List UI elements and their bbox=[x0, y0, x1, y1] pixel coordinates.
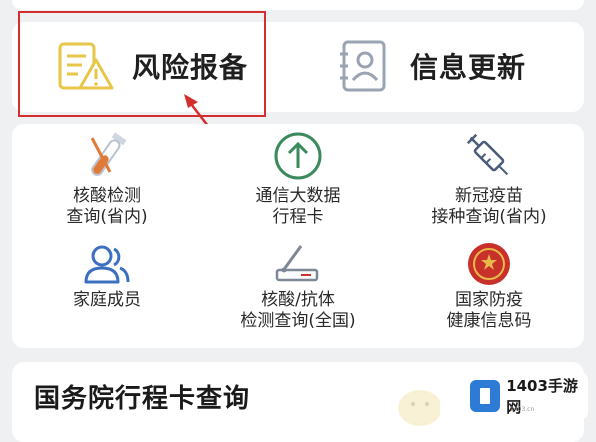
service-label: 国家防疫 健康信息码 bbox=[446, 290, 532, 331]
test-tube-icon bbox=[90, 132, 127, 176]
info-update-button[interactable]: 信息更新 bbox=[298, 22, 584, 112]
syringe-icon bbox=[466, 133, 509, 176]
service-family-members[interactable]: 家庭成员 bbox=[12, 240, 202, 311]
section-title: 国务院行程卡查询 bbox=[34, 384, 251, 414]
people-icon bbox=[84, 245, 130, 284]
top-card-edge bbox=[12, 0, 584, 10]
contact-card-icon bbox=[336, 38, 392, 98]
service-label: 核酸/抗体 检测查询(全国) bbox=[240, 290, 356, 331]
service-antibody-test[interactable]: 核酸/抗体 检测查询(全国) bbox=[203, 240, 393, 332]
service-health-code[interactable]: 国家防疫 健康信息码 bbox=[394, 240, 584, 332]
watermark-logo-icon bbox=[470, 380, 501, 412]
service-label: 核酸检测 查询(省内) bbox=[66, 186, 148, 227]
services-card: 核酸检测 查询(省内) 通信大数据 行程卡 新冠疫苗 接种查询(省内) 家庭成员… bbox=[12, 124, 584, 348]
service-label: 新冠疫苗 接种查询(省内) bbox=[431, 186, 547, 227]
watermark-logo: 1403手游网 1403.cn bbox=[440, 372, 588, 420]
watermark-sub: 1403.cn bbox=[510, 406, 535, 413]
service-label: 通信大数据 行程卡 bbox=[255, 186, 341, 227]
upload-arrow-icon bbox=[274, 132, 322, 180]
test-pen-icon bbox=[275, 245, 319, 282]
info-update-label: 信息更新 bbox=[410, 51, 527, 84]
service-label: 家庭成员 bbox=[73, 290, 141, 310]
service-vaccine-query[interactable]: 新冠疫苗 接种查询(省内) bbox=[394, 128, 584, 228]
service-travel-card[interactable]: 通信大数据 行程卡 bbox=[203, 128, 393, 228]
service-nucleic-test[interactable]: 核酸检测 查询(省内) bbox=[12, 128, 202, 228]
national-emblem-icon bbox=[468, 243, 510, 285]
